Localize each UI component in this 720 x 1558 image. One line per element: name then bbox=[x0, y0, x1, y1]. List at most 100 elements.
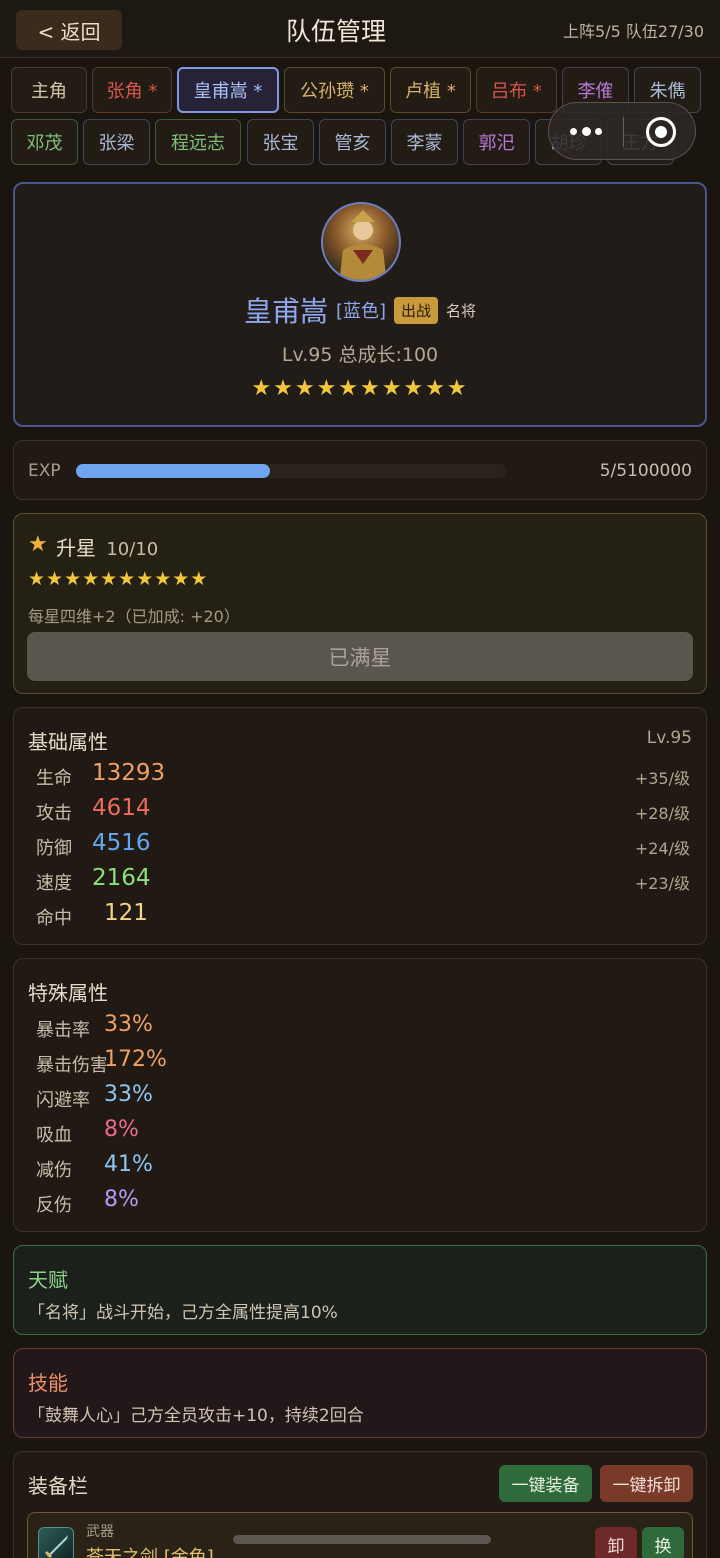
tab-huangfusong[interactable]: 皇甫嵩 * bbox=[177, 67, 279, 113]
equipment-bar bbox=[233, 1535, 491, 1544]
tab-protagonist[interactable]: 主角 bbox=[11, 67, 87, 113]
tab-luzhi[interactable]: 卢植 * bbox=[390, 67, 471, 113]
special-row-damage-reduction: 减伤 41% bbox=[36, 1152, 436, 1184]
exp-label: EXP bbox=[28, 461, 61, 481]
star-up-card: ★ 升星 10/10 ★★★★★★★★★★ 每星四维+2（已加成: +20） 已… bbox=[13, 513, 707, 694]
special-label: 减伤 bbox=[36, 1160, 72, 1181]
exp-card: EXP 5/5100000 bbox=[13, 440, 707, 500]
tab-limeng[interactable]: 李蒙 bbox=[391, 119, 458, 165]
tab-zhangjiao[interactable]: 张角 * bbox=[92, 67, 172, 113]
talent-description: 「名将」战斗开始，己方全属性提高10% bbox=[28, 1303, 338, 1323]
tab-chengyuanzhi[interactable]: 程远志 bbox=[155, 119, 241, 165]
special-label: 反伤 bbox=[36, 1195, 72, 1216]
attr-row-attack: 攻击 4614 +28/级 bbox=[36, 795, 690, 827]
skill-title: 技能 bbox=[28, 1371, 68, 1395]
attr-value: 13293 bbox=[92, 760, 166, 786]
attr-growth: +35/级 bbox=[634, 769, 690, 788]
special-row-crit-damage: 暴击伤害 172% bbox=[36, 1047, 436, 1079]
close-miniprogram-dot bbox=[655, 126, 667, 138]
attr-value: 121 bbox=[104, 900, 148, 926]
hero-name: 皇甫嵩 bbox=[243, 295, 328, 328]
unequip-button[interactable]: 卸 bbox=[595, 1527, 637, 1558]
special-value: 172% bbox=[104, 1047, 167, 1072]
star-up-description: 每星四维+2（已加成: +20） bbox=[28, 607, 240, 626]
tab-zhangbao[interactable]: 张宝 bbox=[247, 119, 314, 165]
hero-name-line: 皇甫嵩 [蓝色] 出战 名将 bbox=[15, 290, 705, 330]
special-value: 41% bbox=[104, 1152, 153, 1177]
team-stats: 上阵5/5 队伍27/30 bbox=[563, 22, 704, 41]
hero-stars: ★★★★★★★★★★ bbox=[251, 376, 469, 401]
special-value: 8% bbox=[104, 1187, 139, 1212]
equipment-name: 苍天之剑 [金色] bbox=[86, 1547, 214, 1558]
attr-growth: +23/级 bbox=[634, 874, 690, 893]
sword-icon bbox=[38, 1527, 74, 1558]
exp-progress-fill bbox=[76, 464, 270, 478]
attr-row-hit: 命中 121 bbox=[36, 900, 690, 932]
battle-status-badge: 出战 bbox=[394, 296, 439, 324]
special-label: 暴击率 bbox=[36, 1020, 90, 1041]
tab-lvbu[interactable]: 吕布 * bbox=[476, 67, 557, 113]
star-up-title: 升星 10/10 bbox=[56, 532, 158, 561]
special-label: 暴击伤害 bbox=[36, 1055, 106, 1076]
tab-gongsunzan[interactable]: 公孙瓒 * bbox=[284, 67, 385, 113]
exp-value: 5/5100000 bbox=[599, 461, 692, 481]
attr-row-defense: 防御 4516 +24/级 bbox=[36, 830, 690, 862]
exp-progress-bar bbox=[76, 464, 506, 478]
more-options-icon[interactable] bbox=[549, 103, 623, 161]
special-value: 33% bbox=[104, 1012, 153, 1037]
attr-growth: +24/级 bbox=[634, 839, 690, 858]
miniprogram-capsule bbox=[548, 102, 696, 160]
attr-label: 速度 bbox=[36, 873, 72, 894]
hero-card: 皇甫嵩 [蓝色] 出战 名将 Lv.95 总成长:100 ★★★★★★★★★★ bbox=[13, 182, 707, 427]
tab-zhangliang[interactable]: 张梁 bbox=[83, 119, 150, 165]
attr-label: 防御 bbox=[36, 838, 72, 859]
attr-value: 2164 bbox=[92, 865, 151, 891]
weapon-slot[interactable]: 武器 苍天之剑 [金色] 卸 换 bbox=[27, 1512, 693, 1558]
special-attributes-card: 特殊属性 暴击率 33% 暴击伤害 172% 闪避率 33% 吸血 8% 减伤 … bbox=[13, 958, 707, 1232]
hero-quality: [蓝色] bbox=[335, 301, 387, 322]
tab-guanhai[interactable]: 管亥 bbox=[319, 119, 386, 165]
special-row-crit-rate: 暴击率 33% bbox=[36, 1012, 436, 1044]
talent-title: 天赋 bbox=[28, 1268, 68, 1292]
base-attributes-level: Lv.95 bbox=[646, 728, 692, 748]
unequip-all-button[interactable]: 一键拆卸 bbox=[600, 1465, 693, 1502]
equipment-card: 装备栏 一键装备 一键拆卸 武器 苍天之剑 [金色] 卸 换 bbox=[13, 1451, 707, 1558]
hero-avatar bbox=[321, 202, 401, 282]
base-attributes-card: 基础属性 Lv.95 生命 13293 +35/级 攻击 4614 +28/级 … bbox=[13, 707, 707, 945]
tab-guosi[interactable]: 郭汜 bbox=[463, 119, 530, 165]
header-bar: < 返回 队伍管理 上阵5/5 队伍27/30 bbox=[0, 0, 720, 58]
attr-label: 生命 bbox=[36, 768, 72, 789]
special-label: 吸血 bbox=[36, 1125, 72, 1146]
hero-level: Lv.95 总成长:100 bbox=[281, 344, 439, 366]
special-row-lifesteal: 吸血 8% bbox=[36, 1117, 436, 1149]
attr-label: 命中 bbox=[36, 908, 72, 929]
attr-growth: +28/级 bbox=[634, 804, 690, 823]
equipment-title: 装备栏 bbox=[28, 1474, 88, 1498]
slot-type: 武器 bbox=[86, 1524, 114, 1540]
attr-row-hp: 生命 13293 +35/级 bbox=[36, 760, 690, 792]
attr-row-speed: 速度 2164 +23/级 bbox=[36, 865, 690, 897]
equip-all-button[interactable]: 一键装备 bbox=[499, 1465, 592, 1502]
hero-title: 名将 bbox=[446, 301, 477, 320]
attr-value: 4516 bbox=[92, 830, 151, 856]
talent-card: 天赋 「名将」战斗开始，己方全属性提高10% bbox=[13, 1245, 707, 1335]
special-value: 8% bbox=[104, 1117, 139, 1142]
special-row-dodge: 闪避率 33% bbox=[36, 1082, 436, 1114]
star-up-count: 10/10 bbox=[106, 539, 159, 560]
tab-dengmao[interactable]: 邓茂 bbox=[11, 119, 78, 165]
special-value: 33% bbox=[104, 1082, 153, 1107]
swap-button[interactable]: 换 bbox=[642, 1527, 684, 1558]
skill-description: 「鼓舞人心」己方全员攻击+10，持续2回合 bbox=[28, 1406, 364, 1426]
base-attributes-title: 基础属性 bbox=[28, 730, 108, 754]
max-star-button[interactable]: 已满星 bbox=[27, 632, 693, 681]
special-row-reflect: 反伤 8% bbox=[36, 1187, 436, 1219]
special-attributes-title: 特殊属性 bbox=[28, 981, 108, 1005]
star-up-stars: ★★★★★★★★★★ bbox=[28, 568, 209, 590]
star-up-label: 升星 bbox=[56, 536, 96, 560]
star-icon: ★ bbox=[28, 532, 48, 557]
attr-value: 4614 bbox=[92, 795, 151, 821]
capsule-divider bbox=[623, 117, 624, 147]
attr-label: 攻击 bbox=[36, 803, 72, 824]
special-label: 闪避率 bbox=[36, 1090, 90, 1111]
skill-card: 技能 「鼓舞人心」己方全员攻击+10，持续2回合 bbox=[13, 1348, 707, 1438]
